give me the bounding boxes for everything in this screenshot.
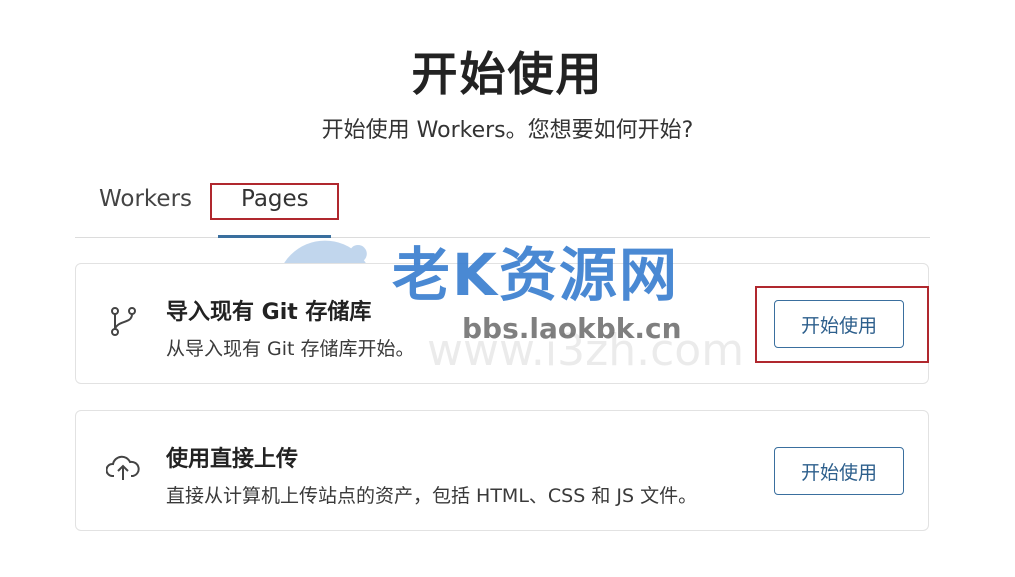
tab-workers[interactable]: Workers (99, 186, 192, 212)
tabs-divider (75, 237, 930, 238)
active-tab-underline (218, 235, 331, 238)
card-description: 从导入现有 Git 存储库开始。 (166, 338, 415, 360)
page-subtitle: 开始使用 Workers。您想要如何开始? (321, 118, 694, 143)
tab-bar: Workers Pages (75, 180, 930, 238)
card-title: 导入现有 Git 存储库 (166, 300, 372, 325)
card-title: 使用直接上传 (166, 447, 299, 472)
tab-pages-highlight-box (210, 183, 339, 220)
page-title: 开始使用 (411, 47, 604, 101)
direct-upload-start-button[interactable]: 开始使用 (774, 447, 904, 495)
git-branch-icon (111, 307, 136, 336)
import-git-card: 导入现有 Git 存储库 从导入现有 Git 存储库开始。 开始使用 (75, 263, 929, 384)
direct-upload-card: 使用直接上传 直接从计算机上传站点的资产，包括 HTML、CSS 和 JS 文件… (75, 410, 929, 531)
cloud-upload-icon (106, 455, 140, 480)
card-description: 直接从计算机上传站点的资产，包括 HTML、CSS 和 JS 文件。 (166, 485, 698, 507)
import-git-start-button[interactable]: 开始使用 (774, 300, 904, 348)
